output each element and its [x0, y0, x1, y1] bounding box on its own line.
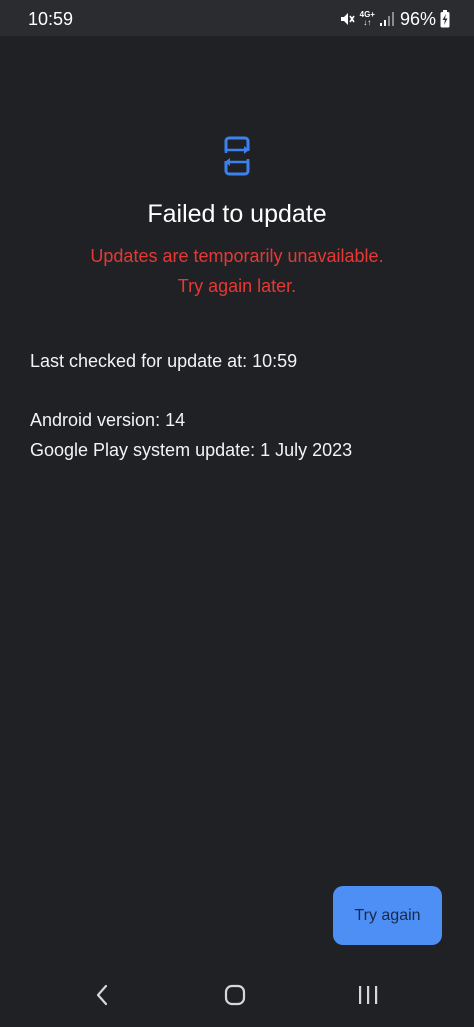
phone-update-icon: [220, 136, 254, 176]
error-message-line2: Try again later.: [177, 276, 297, 296]
screen: 10:59 4G+ ↓↑ 96% Failed to update Update…: [0, 0, 474, 1027]
android-version-text: Android version: 14: [30, 410, 186, 430]
battery-charging-icon: [440, 10, 450, 28]
signal-icon: [379, 11, 394, 27]
page-title: Failed to update: [147, 200, 327, 228]
home-button[interactable]: [215, 980, 255, 1010]
status-bar: 10:59 4G+ ↓↑ 96%: [0, 0, 474, 36]
network-4g-icon: 4G+ ↓↑: [360, 11, 375, 27]
recents-icon: [359, 986, 378, 1004]
navigation-bar: [0, 960, 474, 1027]
error-message-line1: Updates are temporarily unavailable.: [90, 246, 384, 266]
mute-icon: [339, 11, 355, 27]
battery-percent: 96%: [399, 8, 436, 29]
play-system-update-text: Google Play system update: 1 July 2023: [30, 440, 353, 460]
back-button[interactable]: [82, 980, 122, 1010]
recents-button[interactable]: [348, 980, 388, 1010]
last-checked-text: Last checked for update at: 10:59: [30, 351, 298, 371]
status-icons: 4G+ ↓↑ 96%: [339, 6, 450, 32]
home-icon: [224, 984, 246, 1006]
network-arrows: ↓↑: [363, 18, 372, 27]
status-time: 10:59: [28, 9, 74, 29]
try-again-button[interactable]: Try again: [333, 886, 442, 945]
back-icon: [96, 984, 108, 1006]
